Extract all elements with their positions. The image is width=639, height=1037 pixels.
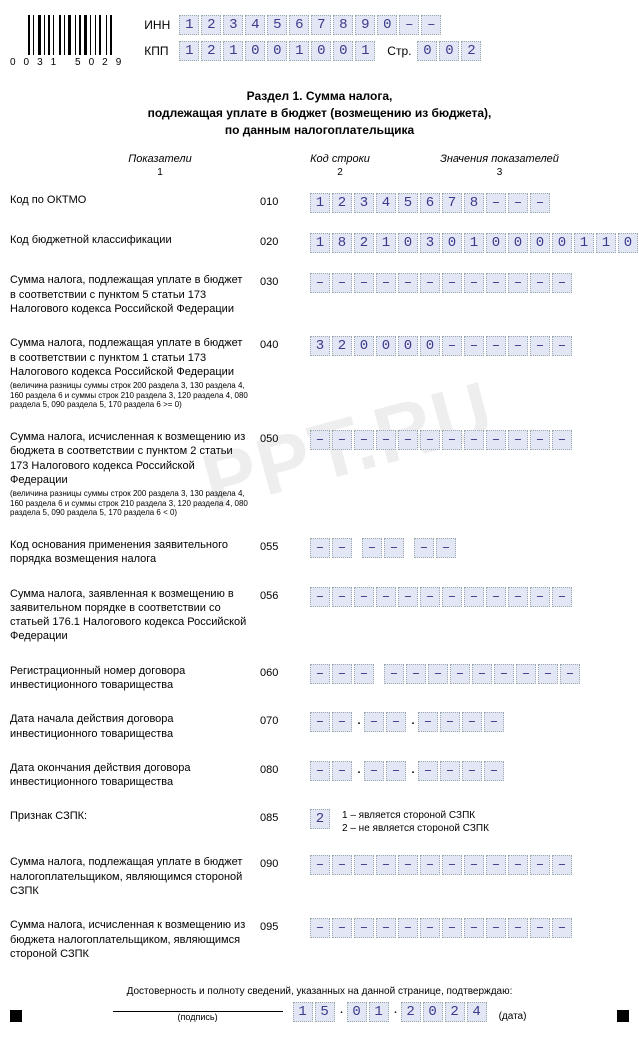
form-row-040: Сумма налога, подлежащая уплате в бюджет…	[10, 336, 629, 410]
form-row-050: Сумма налога, исчисленная к возмещению и…	[10, 430, 629, 518]
szpk-hint: 1 – является стороной СЗПК2 – не являетс…	[342, 809, 489, 835]
row-value: 18210301000011000110	[310, 233, 639, 253]
row-label: Сумма налога, исчисленная к возмещению и…	[10, 430, 260, 518]
page-label: Стр.	[387, 44, 411, 58]
row-code: 095	[260, 918, 310, 933]
form-row-070: Дата начала действия договора инвестицио…	[10, 712, 629, 741]
barcode-icon	[28, 15, 112, 55]
row-value: ––––––––––––	[310, 855, 629, 875]
row-label: Дата начала действия договора инвестицио…	[10, 712, 260, 741]
row-code: 090	[260, 855, 310, 870]
col-header-3: Значения показателей	[370, 153, 629, 165]
signature-caption: (подпись)	[113, 1012, 283, 1022]
row-code: 085	[260, 809, 310, 824]
row-code: 030	[260, 273, 310, 288]
form-row-080: Дата окончания действия договора инвести…	[10, 761, 629, 790]
barcode-number: 0031 5029	[10, 57, 129, 68]
row-value: ––.––.––––	[310, 761, 629, 781]
kpp-label: КПП	[144, 44, 179, 58]
row-label: Код бюджетной классификации	[10, 233, 260, 247]
row-value: ––.––.––––	[310, 712, 629, 732]
form-row-056: Сумма налога, заявленная к возмещению в …	[10, 587, 629, 644]
col-num-2: 2	[310, 167, 370, 178]
inn-label: ИНН	[144, 18, 179, 32]
form-row-060: Регистрационный номер договора инвестици…	[10, 664, 629, 693]
row-code: 070	[260, 712, 310, 727]
form-row-085: Признак СЗПК:08521 – является стороной С…	[10, 809, 629, 835]
form-row-030: Сумма налога, подлежащая уплате в бюджет…	[10, 273, 629, 316]
row-value: ––––––––––––	[310, 273, 629, 293]
form-row-055: Код основания применения заявительного п…	[10, 538, 629, 567]
row-label: Код по ОКТМО	[10, 193, 260, 207]
row-value: ––––––	[310, 538, 629, 558]
row-label: Сумма налога, подлежащая уплате в бюджет…	[10, 336, 260, 410]
row-label: Признак СЗПК:	[10, 809, 260, 823]
col-num-3: 3	[370, 167, 629, 178]
row-code: 055	[260, 538, 310, 553]
row-value: ––––––––––––	[310, 587, 629, 607]
col-num-1: 1	[10, 167, 310, 178]
row-value: ––––––––––––	[310, 664, 629, 684]
row-label: Код основания применения заявительного п…	[10, 538, 260, 567]
row-code: 040	[260, 336, 310, 351]
col-header-2: Код строки	[310, 153, 370, 165]
row-label: Сумма налога, подлежащая уплате в бюджет…	[10, 273, 260, 316]
form-row-020: Код бюджетной классификации0201821030100…	[10, 233, 629, 253]
row-label: Дата окончания действия договора инвести…	[10, 761, 260, 790]
row-label: Сумма налога, заявленная к возмещению в …	[10, 587, 260, 644]
date-cells: 15.01.2024	[293, 1002, 489, 1022]
row-code: 080	[260, 761, 310, 776]
row-value: ––––––––––––	[310, 918, 629, 938]
row-code: 010	[260, 193, 310, 208]
row-code: 050	[260, 430, 310, 445]
row-value: ––––––––––––	[310, 430, 629, 450]
section-title: Раздел 1. Сумма налога, подлежащая уплат…	[10, 88, 629, 138]
row-code: 060	[260, 664, 310, 679]
row-code: 020	[260, 233, 310, 248]
row-value: 12345678–––	[310, 193, 629, 213]
row-label: Сумма налога, подлежащая уплате в бюджет…	[10, 855, 260, 898]
form-row-010: Код по ОКТМО01012345678–––	[10, 193, 629, 213]
barcode-block: 0031 5029	[10, 15, 129, 68]
col-header-1: Показатели	[10, 153, 310, 165]
row-value: 21 – является стороной СЗПК2 – не являет…	[310, 809, 629, 835]
footer-text: Достоверность и полноту сведений, указан…	[10, 986, 629, 997]
row-label: Сумма налога, исчисленная к возмещению и…	[10, 918, 260, 961]
form-row-095: Сумма налога, исчисленная к возмещению и…	[10, 918, 629, 961]
form-row-090: Сумма налога, подлежащая уплате в бюджет…	[10, 855, 629, 898]
row-value: 320000––––––	[310, 336, 629, 356]
row-code: 056	[260, 587, 310, 602]
date-caption: (дата)	[499, 1011, 527, 1022]
row-label: Регистрационный номер договора инвестици…	[10, 664, 260, 693]
